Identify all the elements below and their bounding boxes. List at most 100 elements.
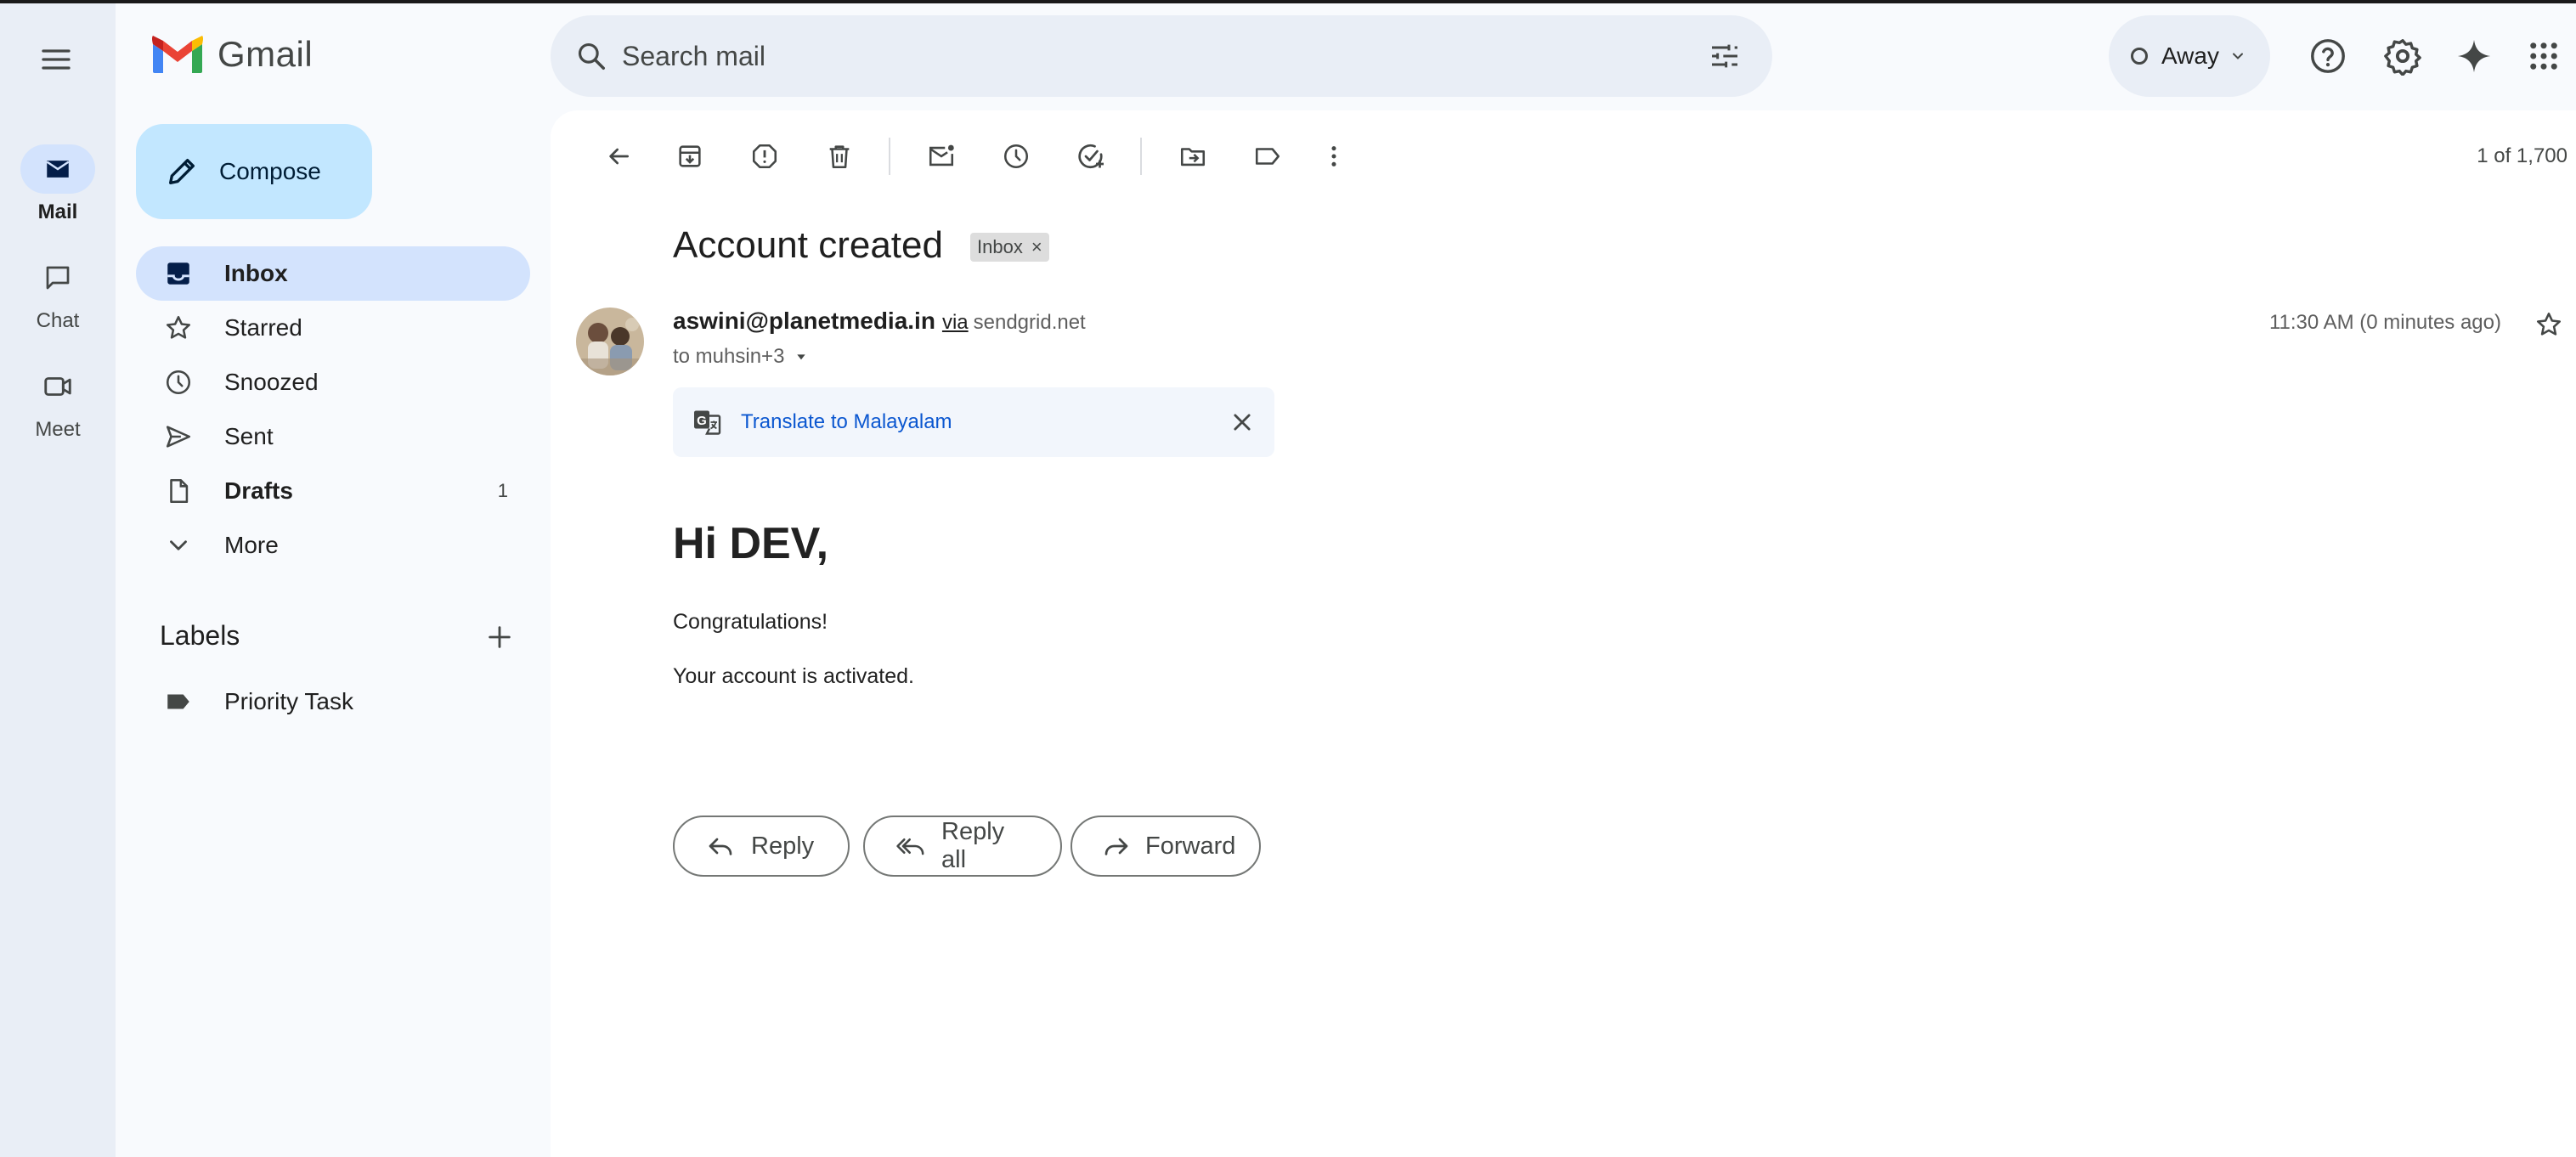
gmail-logo[interactable]: Gmail <box>151 34 313 75</box>
toolbar-divider <box>889 138 890 175</box>
draft-icon <box>161 474 195 508</box>
compose-label: Compose <box>219 158 321 184</box>
email-body-line: Congratulations! <box>673 610 828 634</box>
gmail-m-icon <box>152 36 203 73</box>
left-navigation: Gmail Compose Inbox Starred Snoozed Sent… <box>116 3 551 1157</box>
rail-label-chat: Chat <box>36 309 80 332</box>
search-icon[interactable] <box>571 36 612 76</box>
nav-item-snoozed[interactable]: Snoozed <box>136 355 530 409</box>
reply-label: Reply <box>751 832 815 860</box>
rail-pill-mail <box>20 144 95 194</box>
apps-button[interactable] <box>2520 32 2568 80</box>
email-body-line: Your account is activated. <box>673 664 914 688</box>
inbox-icon <box>161 257 195 291</box>
labels-button[interactable] <box>1244 133 1291 180</box>
reply-all-label: Reply all <box>941 818 1005 873</box>
search-input[interactable] <box>622 40 1701 72</box>
help-icon <box>2311 39 2345 73</box>
label-outline-icon <box>1255 148 1280 165</box>
mark-unread-button[interactable] <box>918 133 965 180</box>
add-task-icon <box>1078 144 1104 169</box>
rail-item-meet[interactable]: Meet <box>0 362 116 442</box>
rail-pill-meet <box>20 362 95 411</box>
email-greeting: Hi DEV, <box>673 519 829 568</box>
label-icon <box>161 685 195 719</box>
sender-email[interactable]: aswini@planetmedia.in <box>673 308 935 335</box>
hamburger-icon <box>42 49 71 70</box>
create-label-button[interactable] <box>477 615 522 659</box>
nav-label-drafts: Drafts <box>224 477 293 504</box>
delete-button[interactable] <box>816 133 863 180</box>
sparkle-icon <box>2457 39 2491 73</box>
chat-icon <box>46 266 70 290</box>
translate-link[interactable]: Translate to Malayalam <box>741 410 1223 434</box>
forward-button[interactable]: Forward <box>1071 816 1261 877</box>
reply-icon <box>705 831 736 861</box>
app-rail: Mail Chat Meet <box>0 3 116 1157</box>
apps-grid-icon <box>2530 42 2557 70</box>
back-button[interactable] <box>595 133 642 180</box>
remove-label-button[interactable]: × <box>1031 236 1042 258</box>
archive-button[interactable] <box>666 133 714 180</box>
more-options-button[interactable] <box>1310 133 1358 180</box>
more-vert-icon <box>1331 146 1336 166</box>
labels-heading: Labels <box>160 620 240 651</box>
close-translate-button[interactable] <box>1223 404 1261 441</box>
trash-icon <box>829 145 850 169</box>
rail-item-chat[interactable]: Chat <box>0 253 116 333</box>
translate-icon: G <box>688 404 726 441</box>
nav-item-more[interactable]: More <box>136 518 530 573</box>
status-label: Away <box>2161 42 2219 69</box>
nav-count-drafts: 1 <box>497 480 508 501</box>
caret-down-icon <box>797 354 806 360</box>
nav-label-more: More <box>224 532 279 558</box>
gmail-app: Mail Chat Meet Gmail Compose Inbox Starr… <box>0 0 2576 1157</box>
report-spam-button[interactable] <box>741 133 788 180</box>
clock-icon <box>1003 144 1029 169</box>
nav-item-sent[interactable]: Sent <box>136 409 530 464</box>
nav-item-drafts[interactable]: Drafts 1 <box>136 464 530 518</box>
email-timestamp: 11:30 AM (0 minutes ago) <box>2268 311 2501 334</box>
mark-unread-icon <box>929 144 954 166</box>
chevron-down-icon <box>2232 53 2243 59</box>
sender-line: aswini@planetmedia.in via sendgrid.net <box>673 308 1086 335</box>
status-indicator-icon <box>2131 48 2148 65</box>
status-selector[interactable]: Away <box>2109 15 2270 97</box>
gemini-button[interactable] <box>2450 32 2498 80</box>
pagination-count: 1 of 1,700 <box>2477 144 2568 167</box>
nav-label-snoozed: Snoozed <box>224 369 319 395</box>
reply-all-button[interactable]: Reply all <box>863 816 1062 877</box>
compose-button[interactable]: Compose <box>136 124 372 219</box>
star-button[interactable] <box>2530 306 2568 343</box>
chevron-down-icon <box>161 528 195 562</box>
arrow-left-icon <box>609 148 629 165</box>
nav-label-inbox: Inbox <box>224 260 288 286</box>
move-to-button[interactable] <box>1169 133 1217 180</box>
plus-icon <box>489 626 511 648</box>
email-subject: Account created <box>673 224 943 266</box>
recipients-text: to muhsin+3 <box>673 345 785 368</box>
settings-button[interactable] <box>2379 32 2426 80</box>
star-icon <box>161 311 195 345</box>
recipients-toggle[interactable]: to muhsin+3 <box>673 345 808 369</box>
meet-icon <box>44 377 71 396</box>
via-domain: sendgrid.net <box>973 311 1086 334</box>
forward-label: Forward <box>1145 832 1236 860</box>
archive-icon <box>679 145 701 167</box>
nav-item-inbox[interactable]: Inbox <box>136 246 530 301</box>
label-item-priority-task[interactable]: Priority Task <box>136 674 530 729</box>
search-options-icon[interactable] <box>1701 32 1748 80</box>
sender-avatar[interactable] <box>576 308 644 375</box>
gear-icon <box>2384 39 2421 76</box>
reply-button[interactable]: Reply <box>673 816 850 877</box>
reply-all-icon <box>895 831 926 861</box>
main-menu-button[interactable] <box>31 34 82 85</box>
via-link[interactable]: via <box>942 311 969 335</box>
snooze-button[interactable] <box>992 133 1040 180</box>
support-button[interactable] <box>2304 32 2352 80</box>
pencil-icon <box>169 159 195 184</box>
nav-item-starred[interactable]: Starred <box>136 301 530 355</box>
rail-item-mail[interactable]: Mail <box>0 144 116 224</box>
add-to-tasks-button[interactable] <box>1067 133 1115 180</box>
label-name: Priority Task <box>224 688 353 714</box>
